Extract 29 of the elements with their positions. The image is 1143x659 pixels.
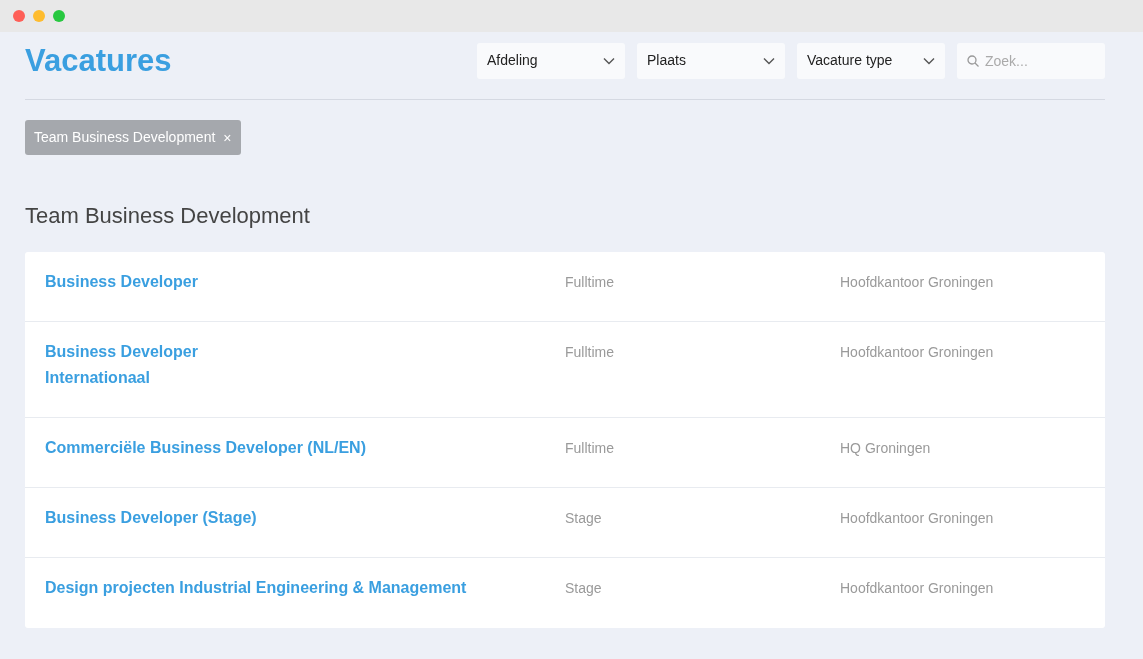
job-title-link[interactable]: Business Developer (Stage) [45, 504, 565, 531]
job-title-link[interactable]: Design projecten Industrial Engineering & Management [45, 574, 565, 601]
job-location: Hoofdkantoor Groningen [840, 578, 994, 598]
window-control-icon[interactable] [33, 10, 45, 22]
job-title-link[interactable]: Business Developer Internationaal [45, 338, 565, 391]
window-control-icon[interactable] [13, 10, 25, 22]
section-title: Team Business Development [25, 203, 311, 230]
job-type: Stage [565, 578, 603, 598]
dropdown-select[interactable]: Afdeling [477, 42, 625, 79]
chevron-down-icon [923, 56, 935, 65]
dropdown-select[interactable]: Plaats [637, 42, 785, 79]
job-location: Hoofdkantoor Groningen [840, 272, 994, 292]
page-title: Vacatures [25, 42, 172, 80]
job-type: Fulltime [565, 438, 615, 458]
remove-tag-button[interactable]: × [223, 130, 232, 145]
job-type: Stage [565, 508, 603, 528]
job-title-link[interactable]: Business Developer [45, 268, 565, 295]
job-title-link[interactable]: Commerciële Business Developer (NL/EN) [45, 434, 565, 461]
search-field[interactable]: Zoek... [957, 42, 1105, 79]
job-location: HQ Groningen [840, 438, 931, 458]
job-location: Hoofdkantoor Groningen [840, 508, 994, 528]
chevron-down-icon [763, 56, 775, 65]
job-type: Fulltime [565, 272, 615, 292]
job-type: Fulltime [565, 342, 615, 362]
dropdown-select[interactable]: Vacature type [797, 42, 945, 79]
window-control-icon[interactable] [53, 10, 65, 22]
filter-tag-label: Team Business Development [34, 128, 216, 148]
chevron-down-icon [603, 56, 615, 65]
job-location: Hoofdkantoor Groningen [840, 342, 994, 362]
